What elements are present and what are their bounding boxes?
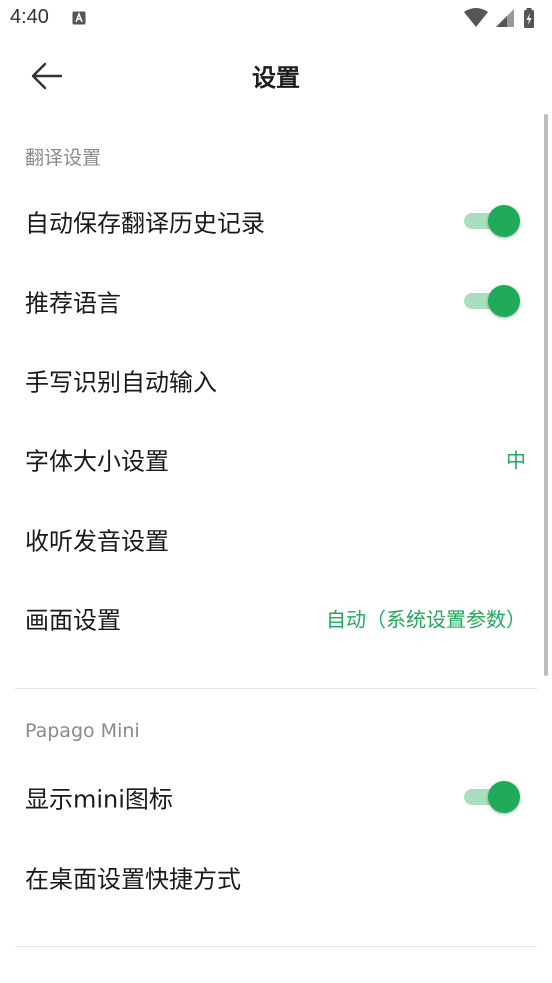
setting-row-desktop-shortcut[interactable]: 在桌面设置快捷方式 [0, 845, 548, 909]
setting-label: 在桌面设置快捷方式 [25, 865, 241, 894]
setting-label: 推荐语言 [25, 289, 121, 318]
toggle-knob [488, 285, 520, 317]
setting-row-show-mini-icon[interactable]: 显示mini图标 [0, 765, 548, 829]
setting-row-recommend-language[interactable]: 推荐语言 [0, 269, 548, 333]
setting-label: 手写识别自动输入 [25, 368, 217, 397]
a-icon [72, 11, 86, 25]
setting-row-listen-pronunciation[interactable]: 收听发音设置 [0, 507, 548, 571]
setting-row-font-size[interactable]: 字体大小设置 中 [0, 427, 548, 491]
font-size-value: 中 [506, 448, 526, 473]
setting-label: 显示mini图标 [25, 785, 173, 814]
app-bar: 设置 [0, 38, 552, 114]
wifi-icon [464, 8, 488, 27]
recommend-language-toggle[interactable] [462, 284, 520, 318]
setting-row-screen-settings[interactable]: 画面设置 自动（系统设置参数） [0, 586, 548, 650]
setting-label: 收听发音设置 [25, 527, 169, 556]
status-time: 4:40 [10, 6, 49, 28]
setting-row-auto-save-history[interactable]: 自动保存翻译历史记录 [0, 189, 548, 253]
setting-row-handwriting-auto-input[interactable]: 手写识别自动输入 [0, 348, 548, 412]
setting-label: 自动保存翻译历史记录 [25, 209, 265, 238]
section-divider [15, 946, 537, 947]
battery-charging-icon [524, 8, 534, 28]
section-divider [15, 688, 537, 689]
status-icons [464, 8, 534, 28]
setting-label: 画面设置 [25, 606, 121, 635]
show-mini-icon-toggle[interactable] [462, 780, 520, 814]
toggle-knob [488, 781, 520, 813]
signal-icon [496, 9, 514, 27]
section-header-translation: 翻译设置 [25, 147, 102, 169]
setting-label: 字体大小设置 [25, 447, 169, 476]
page-title: 设置 [252, 64, 300, 92]
section-header-papago-mini: Papago Mini [25, 720, 140, 742]
status-bar: 4:40 [0, 0, 552, 38]
auto-save-history-toggle[interactable] [462, 204, 520, 238]
toggle-knob [488, 205, 520, 237]
screen-settings-value: 自动（系统设置参数） [326, 607, 526, 632]
